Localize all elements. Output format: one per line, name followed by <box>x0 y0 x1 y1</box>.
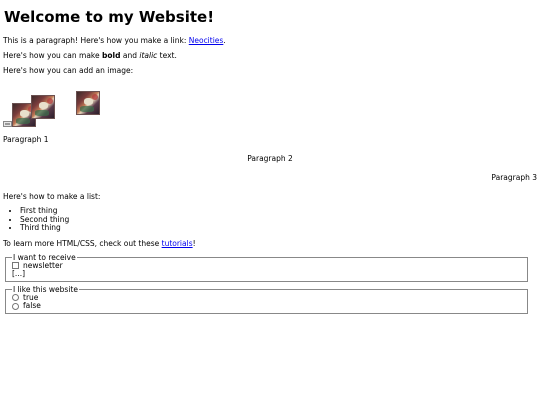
bold-text: bold <box>102 51 121 60</box>
broken-image-icon <box>3 121 12 127</box>
paragraph-center: Paragraph 2 <box>247 154 293 163</box>
text-segment: To learn more HTML/CSS, check out these <box>3 238 162 248</box>
list-item: First thing <box>20 206 537 216</box>
paragraph-end: . <box>223 36 226 45</box>
list-item: Third thing <box>20 223 537 233</box>
list-item: Second thing <box>20 215 537 225</box>
false-radio[interactable] <box>12 302 19 310</box>
text-segment: Here's how you can make <box>3 51 102 60</box>
paragraph-formatting: Here's how you can make bold and italic … <box>3 51 537 60</box>
tutorials-link[interactable]: tutorials <box>162 239 193 248</box>
text-segment: ! <box>192 238 196 248</box>
text-segment: text. <box>157 51 177 60</box>
paragraph-image-intro: Here's how you can add an image: <box>3 66 134 75</box>
neocities-link[interactable]: Neocities <box>189 36 224 45</box>
paragraph-text: This is a paragraph! Here's how you make… <box>3 36 189 45</box>
false-label: false <box>23 301 41 310</box>
list-intro: Here's how to make a list: <box>3 192 101 201</box>
bullet-list: First thing Second thing Third thing <box>3 206 537 233</box>
newsletter-label: newsletter <box>23 260 63 270</box>
true-option[interactable]: true <box>12 293 521 303</box>
true-radio[interactable] <box>12 294 19 302</box>
more-text: [...] <box>12 269 26 278</box>
image-row <box>3 81 537 131</box>
text-segment: and <box>120 51 140 60</box>
false-option[interactable]: false <box>12 301 521 311</box>
like-fieldset: I like this website true false <box>5 285 528 314</box>
page-title: Welcome to my Website! <box>4 8 215 26</box>
tutorials-paragraph: To learn more HTML/CSS, check out these … <box>3 239 537 248</box>
paragraph-left: Paragraph 1 <box>3 135 49 144</box>
image-thumbnail <box>76 91 100 115</box>
italic-text: italic <box>139 51 158 60</box>
newsletter-option[interactable]: newsletter <box>12 260 521 271</box>
paragraph-right: Paragraph 3 <box>491 173 537 182</box>
image-thumbnail <box>31 95 55 119</box>
page: Welcome to my Website! This is a paragra… <box>0 0 540 314</box>
paragraph-link: This is a paragraph! Here's how you make… <box>3 36 537 45</box>
receive-fieldset: I want to receive newsletter [...] <box>5 253 528 282</box>
